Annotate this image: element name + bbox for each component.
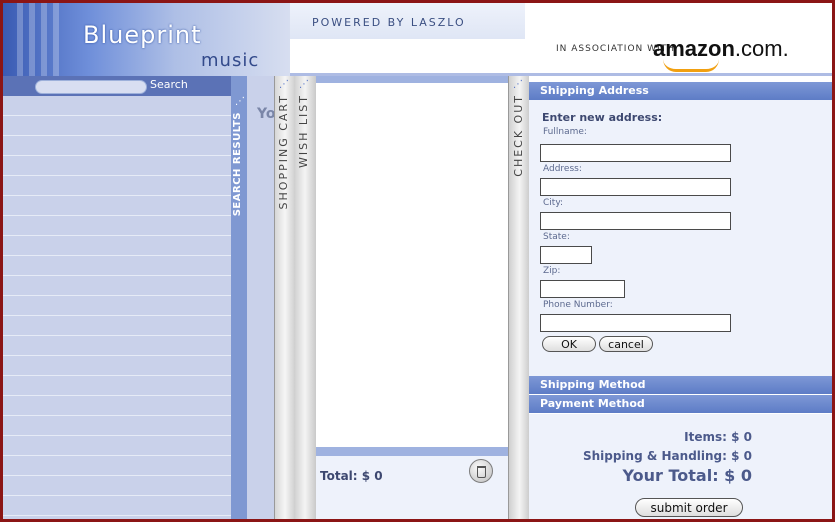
state-label: State: — [543, 232, 570, 242]
list-item[interactable] — [3, 336, 231, 356]
tab-check-out[interactable]: ⋰ CHECK OUT — [508, 76, 531, 519]
powered-by-banner: POWERED BY LASZLO — [290, 3, 525, 39]
zip-field[interactable] — [540, 280, 625, 298]
city-field[interactable] — [540, 212, 731, 230]
items-total: Items: $ 0 — [684, 430, 752, 444]
tab-handle-icon: ⋰ — [299, 79, 309, 90]
address-label: Address: — [543, 164, 582, 174]
list-item[interactable] — [3, 396, 231, 416]
list-item[interactable] — [3, 496, 231, 516]
search-input[interactable] — [35, 80, 147, 94]
enter-address-title: Enter new address: — [542, 111, 663, 124]
wish-list-total: Total: $ 0 — [320, 469, 383, 483]
tab-shopping-cart[interactable]: ⋰ SHOPPING CART — [274, 76, 296, 519]
payment-method-header[interactable]: Payment Method — [529, 395, 832, 413]
trash-icon — [477, 466, 486, 478]
search-results-list — [3, 96, 231, 519]
list-item[interactable] — [3, 436, 231, 456]
list-item[interactable] — [3, 296, 231, 316]
amazon-brand: amazon — [653, 36, 735, 61]
tab-shopping-cart-label: SHOPPING CART — [277, 94, 290, 210]
search-button[interactable]: Search — [150, 78, 188, 91]
logo-subtitle: music — [201, 50, 260, 71]
list-item[interactable] — [3, 216, 231, 236]
list-item[interactable] — [3, 456, 231, 476]
list-item[interactable] — [3, 316, 231, 336]
phone-field[interactable] — [540, 314, 731, 332]
list-item[interactable] — [3, 356, 231, 376]
fullname-label: Fullname: — [543, 127, 587, 137]
your-total: Your Total: $ 0 — [622, 466, 752, 485]
submit-order-button[interactable]: submit order — [635, 498, 743, 517]
tab-wish-list[interactable]: ⋰ WISH LIST — [294, 76, 317, 519]
tab-handle-icon: ⋰ — [279, 79, 289, 90]
wish-list-top-bar — [316, 76, 508, 83]
zip-label: Zip: — [543, 266, 561, 276]
cancel-button[interactable]: cancel — [599, 336, 653, 352]
list-item[interactable] — [3, 256, 231, 276]
powered-by-text: POWERED BY LASZLO — [312, 16, 466, 29]
list-item[interactable] — [3, 136, 231, 156]
results-detail-column: Yo — [247, 76, 276, 519]
tab-check-out-label: CHECK OUT — [512, 94, 525, 177]
list-item[interactable] — [3, 276, 231, 296]
tab-wish-list-label: WISH LIST — [297, 94, 310, 168]
list-item[interactable] — [3, 376, 231, 396]
list-item[interactable] — [3, 236, 231, 256]
tab-handle-icon: ⋰ — [513, 79, 523, 90]
tab-search-results[interactable]: ⋰ SEARCH RESULTS — [231, 76, 247, 519]
list-item[interactable] — [3, 96, 231, 116]
shipping-address-form — [529, 100, 832, 376]
list-item[interactable] — [3, 476, 231, 496]
wish-list-bottom-bar — [316, 447, 508, 456]
amazon-smile-icon — [663, 59, 719, 72]
amazon-suffix: .com. — [734, 36, 789, 61]
shipping-address-header[interactable]: Shipping Address — [529, 82, 832, 100]
logo-title: Blueprint — [83, 21, 202, 49]
results-partial-label: Yo — [257, 106, 276, 122]
blueprint-logo: Blueprint music — [3, 3, 290, 76]
list-item[interactable] — [3, 416, 231, 436]
tab-handle-icon: ⋰ — [235, 96, 245, 107]
state-field[interactable] — [540, 246, 592, 264]
search-bar: Search — [3, 76, 231, 96]
city-label: City: — [543, 198, 564, 208]
trash-button[interactable] — [469, 459, 493, 483]
phone-label: Phone Number: — [543, 300, 613, 310]
list-item[interactable] — [3, 156, 231, 176]
app-frame: Blueprint music POWERED BY LASZLO IN ASS… — [0, 0, 835, 522]
list-item[interactable] — [3, 116, 231, 136]
fullname-field[interactable] — [540, 144, 731, 162]
shipping-handling-total: Shipping & Handling: $ 0 — [582, 449, 752, 463]
tab-search-results-label: SEARCH RESULTS — [232, 112, 243, 217]
list-item[interactable] — [3, 196, 231, 216]
ok-button[interactable]: OK — [542, 336, 596, 352]
shipping-method-header[interactable]: Shipping Method — [529, 376, 832, 394]
address-field[interactable] — [540, 178, 731, 196]
list-item[interactable] — [3, 176, 231, 196]
